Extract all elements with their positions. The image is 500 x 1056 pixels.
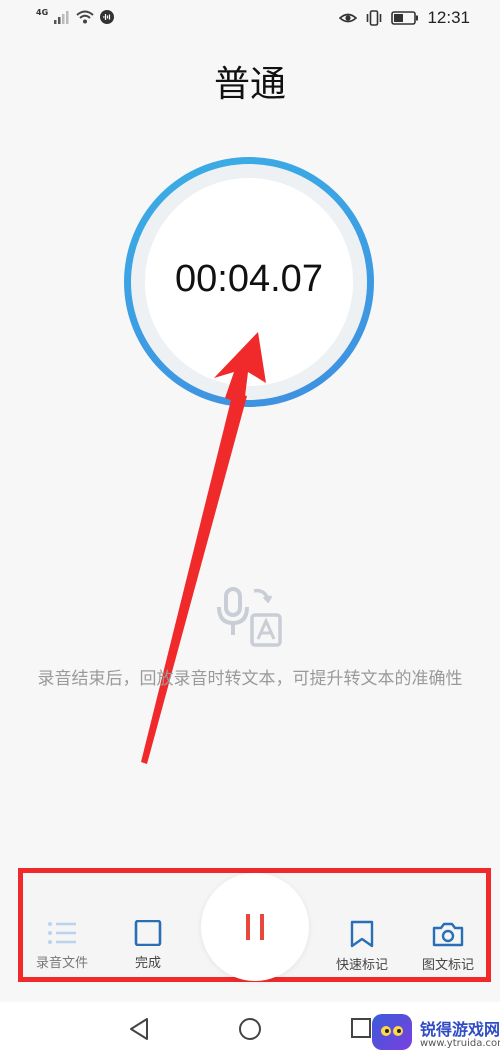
bookmark-icon <box>350 920 374 948</box>
photo-mark-button[interactable]: 图文标记 <box>413 920 483 973</box>
stop-square-icon <box>134 920 162 946</box>
recording-files-label: 录音文件 <box>35 956 88 971</box>
recording-toolbar: 录音文件 完成 快速标记 图文标记 <box>18 868 491 982</box>
site-watermark: 锐得游戏网 www.ytruida.com <box>360 1014 500 1054</box>
home-nav-icon[interactable] <box>238 1017 262 1041</box>
annotation-arrow-shaft <box>141 392 247 764</box>
annotation-arrow-head <box>214 332 266 405</box>
list-icon <box>48 922 76 944</box>
watermark-title: 锐得游戏网 <box>420 1020 500 1039</box>
recording-files-button[interactable]: 录音文件 <box>27 920 97 971</box>
quick-mark-button[interactable]: 快速标记 <box>327 920 397 973</box>
photo-mark-label: 图文标记 <box>421 958 474 973</box>
pause-button[interactable] <box>201 873 309 981</box>
watermark-url: www.ytruida.com <box>420 1038 500 1049</box>
transcribe-hint: 录音结束后，回放录音时转文本，可提升转文本的准确性 <box>37 669 463 689</box>
pause-icon <box>246 914 264 940</box>
camera-icon <box>432 922 464 947</box>
watermark-logo <box>372 1014 412 1050</box>
quick-mark-label: 快速标记 <box>335 958 388 973</box>
done-label: 完成 <box>134 956 161 971</box>
done-button[interactable]: 完成 <box>113 920 183 971</box>
back-nav-icon[interactable] <box>128 1017 150 1041</box>
speech-to-text-icon <box>217 587 282 647</box>
logo-eyes-icon <box>381 1026 403 1036</box>
